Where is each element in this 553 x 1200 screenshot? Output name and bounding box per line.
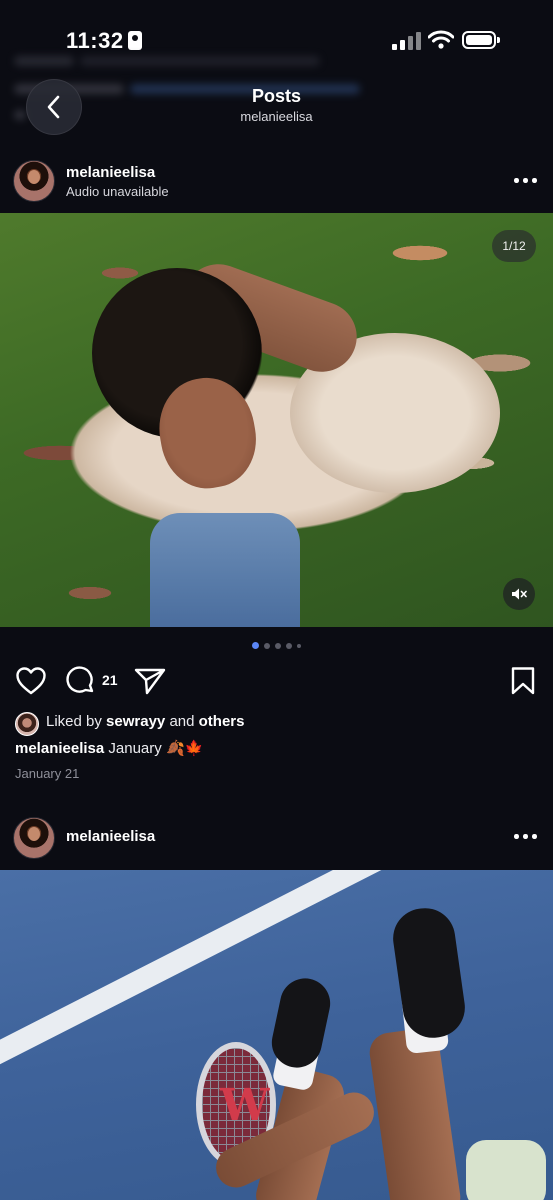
caption-text: January 🍂🍁 <box>108 740 204 757</box>
liked-by-avatar[interactable] <box>15 712 39 736</box>
page-title: Posts <box>251 86 302 106</box>
photo-detail <box>150 513 300 627</box>
avatar[interactable] <box>13 817 55 859</box>
photo-detail <box>389 904 469 1042</box>
avatar[interactable] <box>13 160 55 202</box>
caption-username[interactable]: melanieelisa <box>15 740 104 757</box>
id-card-icon <box>128 31 142 50</box>
bookmark-icon[interactable] <box>510 666 536 696</box>
post-photo[interactable] <box>0 213 553 627</box>
post-photo[interactable]: W <box>0 870 553 1200</box>
comment-count[interactable]: 21 <box>102 672 118 688</box>
carousel-dot-active <box>252 642 259 649</box>
photo-detail <box>267 973 335 1073</box>
wifi-icon <box>428 30 454 49</box>
post-header: melanieelisa Audio unavailable <box>0 158 553 212</box>
post-username[interactable]: melanieelisa <box>66 164 155 181</box>
post-header: melanieelisa <box>0 815 553 869</box>
carousel-dot <box>264 642 270 649</box>
carousel-dot <box>297 643 301 648</box>
battery-icon <box>462 31 500 49</box>
comment-icon[interactable] <box>66 666 96 696</box>
audio-status[interactable]: Audio unavailable <box>66 184 169 199</box>
liked-by-text[interactable]: Liked by sewrayy and others <box>46 713 244 730</box>
carousel-indicator <box>0 642 553 650</box>
post-username[interactable]: melanieelisa <box>66 828 155 845</box>
send-icon[interactable] <box>134 667 166 695</box>
heart-icon[interactable] <box>15 666 47 696</box>
liked-by-user[interactable]: sewrayy <box>106 713 165 730</box>
liked-by-and: and <box>169 713 195 730</box>
liked-by-others[interactable]: others <box>199 713 245 730</box>
speaker-muted-icon <box>512 588 527 600</box>
post-caption: melanieelisa January 🍂🍁 <box>15 739 203 757</box>
post-date: January 21 <box>15 766 80 781</box>
photo-detail <box>466 1140 546 1200</box>
page-subtitle: melanieelisa <box>240 109 313 124</box>
liked-by-prefix: Liked by <box>46 713 102 730</box>
carousel-dot <box>286 642 292 649</box>
cellular-signal-icon <box>392 32 422 50</box>
more-options-icon[interactable] <box>514 178 537 184</box>
mute-button[interactable] <box>503 578 535 610</box>
carousel-dot <box>275 642 281 649</box>
media-counter: 1/12 <box>492 230 536 262</box>
photo-detail: W <box>220 1080 270 1131</box>
more-options-icon[interactable] <box>514 834 537 840</box>
